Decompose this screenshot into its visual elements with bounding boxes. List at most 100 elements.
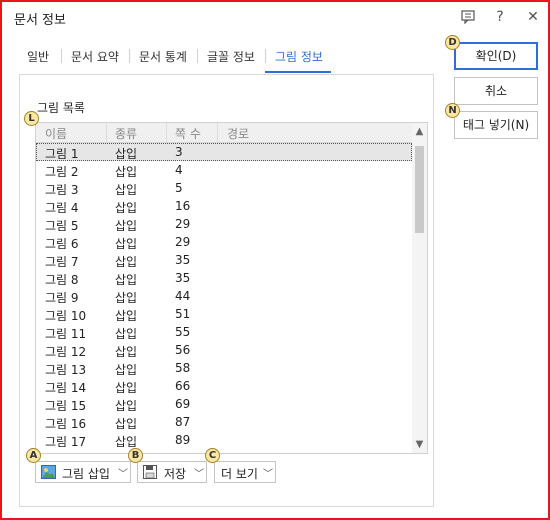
active-tab-indicator (265, 71, 331, 73)
document-info-dialog: 문서 정보 ? ✕ 일반 문서 요약 문서 통계 글꼴 정보 그림 정보 그림 … (0, 0, 550, 520)
picture-list[interactable]: 이름 종류 쪽 수 경로 그림 1 삽입 3 그림 2 삽입 4 그림 3 삽입 5 그림 4 삽입… (35, 122, 428, 454)
cell-type: 삽입 (115, 345, 138, 359)
column-header-type[interactable]: 종류 (115, 125, 137, 142)
list-scrollbar[interactable]: ▲ ▼ (412, 123, 427, 453)
help-icon[interactable]: ? (490, 7, 510, 27)
table-row[interactable]: 그림 2 삽입 4 (36, 161, 412, 179)
cell-name: 그림 4 (45, 201, 79, 215)
cell-page: 56 (175, 343, 191, 357)
ok-button[interactable]: 확인(D) (454, 42, 538, 70)
cell-name: 그림 13 (45, 363, 87, 377)
column-divider[interactable] (217, 123, 218, 142)
tab-picture-info[interactable]: 그림 정보 (275, 48, 323, 65)
cell-page: 87 (175, 415, 191, 429)
tab-separator (197, 49, 198, 63)
cell-page: 35 (175, 253, 191, 267)
marker-d: D (445, 35, 460, 50)
tab-separator (265, 49, 266, 63)
chevron-down-icon: ﹀ (118, 469, 128, 480)
cell-type: 삽입 (115, 237, 138, 251)
table-row[interactable]: 그림 9 삽입 44 (36, 287, 412, 305)
table-row[interactable]: 그림 14 삽입 66 (36, 377, 412, 395)
save-label: 저장 (164, 467, 187, 481)
insert-picture-label: 그림 삽입 (62, 467, 110, 481)
cell-name: 그림 12 (45, 345, 87, 359)
cell-name: 그림 14 (45, 381, 87, 395)
table-row[interactable]: 그림 4 삽입 16 (36, 197, 412, 215)
more-label: 더 보기 (221, 467, 258, 481)
marker-b: B (128, 448, 143, 463)
cell-type: 삽입 (115, 381, 138, 395)
tab-general[interactable]: 일반 (27, 48, 49, 65)
table-row[interactable]: 그림 10 삽입 51 (36, 305, 412, 323)
table-row[interactable]: 그림 6 삽입 29 (36, 233, 412, 251)
cell-name: 그림 8 (45, 273, 79, 287)
more-button[interactable]: 더 보기 ﹀ (214, 461, 276, 483)
cancel-button[interactable]: 취소 (454, 77, 538, 105)
cell-page: 44 (175, 289, 191, 303)
table-row[interactable]: 그림 3 삽입 5 (36, 179, 412, 197)
dialog-title: 문서 정보 (14, 13, 66, 28)
tab-summary[interactable]: 문서 요약 (71, 48, 119, 65)
cell-name: 그림 2 (45, 165, 79, 179)
list-header: 이름 종류 쪽 수 경로 (36, 123, 412, 143)
cell-name: 그림 1 (45, 147, 79, 161)
cell-type: 삽입 (115, 399, 138, 413)
cell-name: 그림 11 (45, 327, 87, 341)
cell-page: 51 (175, 307, 191, 321)
column-divider[interactable] (166, 123, 167, 142)
scroll-thumb[interactable] (415, 146, 424, 233)
table-row[interactable]: 그림 7 삽입 35 (36, 251, 412, 269)
cell-type: 삽입 (115, 255, 138, 269)
scroll-up-arrow-icon[interactable]: ▲ (412, 123, 427, 140)
column-divider[interactable] (106, 123, 107, 142)
marker-l: L (24, 111, 39, 126)
cell-page: 4 (175, 163, 183, 177)
cell-type: 삽입 (115, 165, 138, 179)
table-row[interactable]: 그림 16 삽입 87 (36, 413, 412, 431)
cell-page: 3 (175, 145, 183, 159)
column-header-page[interactable]: 쪽 수 (175, 125, 201, 142)
table-row[interactable]: 그림 8 삽입 35 (36, 269, 412, 287)
column-header-path[interactable]: 경로 (227, 125, 249, 142)
marker-c: C (205, 448, 220, 463)
table-row[interactable]: 그림 1 삽입 3 (36, 143, 412, 161)
title-bar: 문서 정보 ? ✕ (2, 2, 548, 32)
cell-page: 29 (175, 217, 191, 231)
comment-icon[interactable] (458, 7, 478, 27)
cell-type: 삽입 (115, 417, 138, 431)
close-icon[interactable]: ✕ (523, 7, 543, 27)
cell-type: 삽입 (115, 219, 138, 233)
table-row[interactable]: 그림 17 삽입 89 (36, 431, 412, 449)
picture-list-label: 그림 목록 (37, 101, 85, 115)
cell-type: 삽입 (115, 273, 138, 287)
scroll-down-arrow-icon[interactable]: ▼ (412, 436, 427, 453)
cell-type: 삽입 (115, 201, 138, 215)
save-button[interactable]: 저장 ﹀ (137, 461, 207, 483)
chevron-down-icon: ﹀ (263, 469, 273, 480)
cell-type: 삽입 (115, 147, 138, 161)
cell-type: 삽입 (115, 183, 138, 197)
marker-a: A (26, 448, 41, 463)
insert-tag-button[interactable]: 태그 넣기(N) (454, 111, 538, 139)
tab-statistics[interactable]: 문서 통계 (139, 48, 187, 65)
cell-page: 35 (175, 271, 191, 285)
cell-type: 삽입 (115, 327, 138, 341)
cell-name: 그림 9 (45, 291, 79, 305)
table-row[interactable]: 그림 5 삽입 29 (36, 215, 412, 233)
picture-info-panel: 그림 목록 이름 종류 쪽 수 경로 그림 1 삽입 3 그림 2 삽입 4 그림 3 삽입 5… (19, 74, 434, 507)
table-row[interactable]: 그림 13 삽입 58 (36, 359, 412, 377)
cell-name: 그림 6 (45, 237, 79, 251)
insert-picture-button[interactable]: 그림 삽입 ﹀ (35, 461, 131, 483)
cell-page: 5 (175, 181, 183, 195)
save-icon (143, 465, 157, 479)
cell-page: 69 (175, 397, 191, 411)
table-row[interactable]: 그림 15 삽입 69 (36, 395, 412, 413)
list-rows: 그림 1 삽입 3 그림 2 삽입 4 그림 3 삽입 5 그림 4 삽입 16 그림 5 삽입 29 그림 … (36, 143, 412, 453)
column-header-name[interactable]: 이름 (45, 125, 67, 142)
table-row[interactable]: 그림 11 삽입 55 (36, 323, 412, 341)
tab-font-info[interactable]: 글꼴 정보 (207, 48, 255, 65)
table-row[interactable]: 그림 12 삽입 56 (36, 341, 412, 359)
cell-name: 그림 15 (45, 399, 87, 413)
cell-name: 그림 10 (45, 309, 87, 323)
